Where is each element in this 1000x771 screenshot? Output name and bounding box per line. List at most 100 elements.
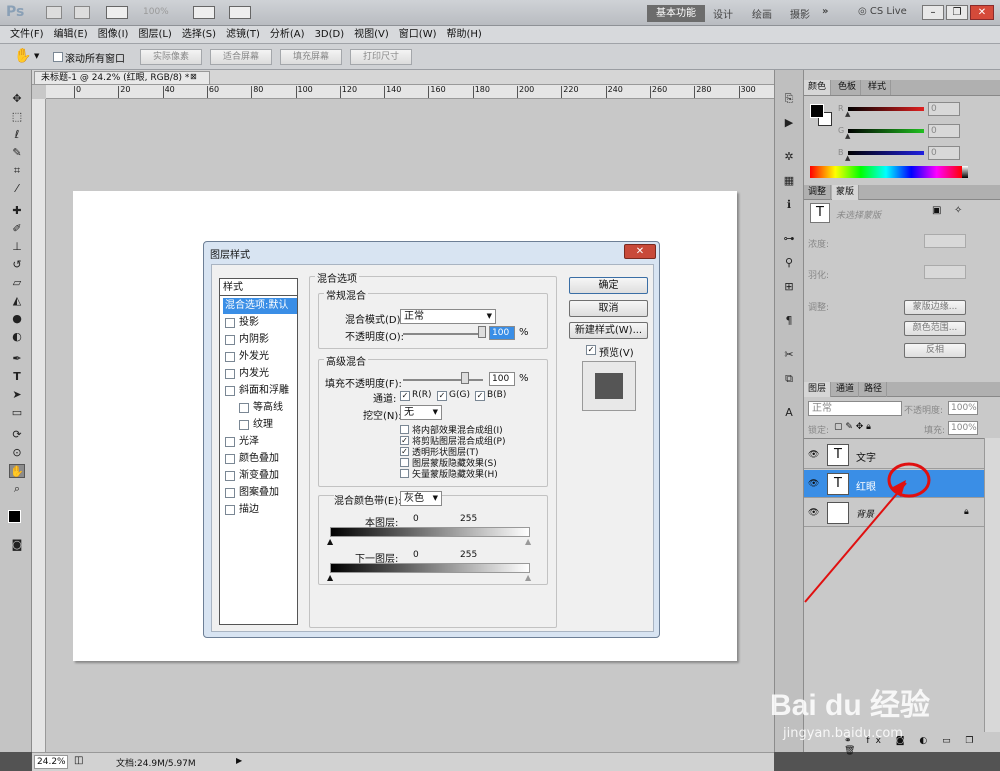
style-item[interactable]: 描边 xyxy=(223,502,297,518)
blend-if-select[interactable]: 灰色 ▼ xyxy=(400,491,442,506)
minibridge-icon[interactable] xyxy=(74,6,90,19)
history-panel-icon[interactable]: ⎘ xyxy=(781,92,797,106)
hand-tool-icon[interactable]: ✋ xyxy=(14,48,31,64)
style-item[interactable]: 内发光 xyxy=(223,366,297,382)
clone-stamp-icon[interactable]: ⊥ xyxy=(9,240,25,254)
layers-scrollbar[interactable] xyxy=(984,438,1000,732)
style-item[interactable]: 颜色叠加 xyxy=(223,451,297,467)
workspace-photography[interactable]: 摄影 xyxy=(790,6,810,21)
dodge-tool-icon[interactable]: ◐ xyxy=(9,330,25,344)
menu-filter[interactable]: 滤镜(T) xyxy=(221,26,265,44)
layer-fill-input[interactable]: 100% xyxy=(948,421,978,435)
workspace-painting[interactable]: 绘画 xyxy=(752,6,772,21)
menu-select[interactable]: 选择(S) xyxy=(177,26,221,44)
style-checkbox[interactable] xyxy=(225,318,235,328)
menu-analysis[interactable]: 分析(A) xyxy=(265,26,310,44)
cs-live[interactable]: ◎ CS Live xyxy=(858,6,907,17)
doc-tab[interactable]: 未标题-1 @ 24.2% (红眼, RGB/8) * xyxy=(34,71,211,85)
style-checkbox[interactable] xyxy=(225,335,235,345)
style-item[interactable]: 内阴影 xyxy=(223,332,297,348)
density-field[interactable] xyxy=(924,234,966,248)
style-item[interactable]: 图案叠加 xyxy=(223,485,297,501)
crop-tool-icon[interactable]: ⌗ xyxy=(9,164,25,178)
foreground-color-swatch[interactable] xyxy=(8,510,21,523)
cancel-button[interactable]: 取消 xyxy=(569,300,648,317)
opacity-slider-thumb[interactable] xyxy=(478,326,486,338)
color-channel-value[interactable]: 0 xyxy=(928,124,960,138)
advanced-option-checkbox[interactable] xyxy=(400,458,409,467)
workspace-design[interactable]: 设计 xyxy=(713,6,733,21)
style-checkbox[interactable] xyxy=(225,386,235,396)
slider-thumb-icon[interactable]: ▲ xyxy=(845,132,850,140)
tab-masks[interactable]: 蒙版 xyxy=(832,185,860,200)
fit-screen-button[interactable]: 适合屏幕 xyxy=(210,49,272,65)
minimize-button[interactable]: – xyxy=(922,5,944,20)
doc-tab-close-icon[interactable]: ⊠ xyxy=(190,72,197,81)
3d-panel-icon[interactable]: ✲ xyxy=(781,150,797,164)
brush-presets-icon[interactable]: ⊶ xyxy=(781,232,797,246)
clone-source-icon[interactable]: ⚲ xyxy=(781,256,797,270)
fill-slider-thumb[interactable] xyxy=(461,372,469,384)
new-style-button[interactable]: 新建样式(W)... xyxy=(569,322,648,339)
lasso-tool-icon[interactable]: ℓ xyxy=(9,128,25,142)
style-checkbox[interactable] xyxy=(225,437,235,447)
brush-tool-icon[interactable]: ✐ xyxy=(9,222,25,236)
arrange-icon[interactable] xyxy=(193,6,215,19)
zoom-field[interactable]: 24.2% xyxy=(34,755,68,769)
print-size-button[interactable]: 打印尺寸 xyxy=(350,49,412,65)
menu-help[interactable]: 帮助(H) xyxy=(442,26,487,44)
screen-mode-icon[interactable] xyxy=(229,6,251,19)
advanced-option-checkbox[interactable] xyxy=(400,425,409,434)
knockout-select[interactable]: 无 ▼ xyxy=(400,405,442,420)
style-item[interactable]: 等高线 xyxy=(223,400,297,416)
workspace-essentials[interactable]: 基本功能 xyxy=(647,5,705,22)
vector-mask-icon[interactable]: ✧ xyxy=(954,205,962,216)
history-brush-icon[interactable]: ↺ xyxy=(9,258,25,272)
menu-window[interactable]: 窗口(W) xyxy=(394,26,442,44)
style-checkbox[interactable] xyxy=(225,505,235,515)
style-item[interactable]: 混合选项:默认 xyxy=(223,298,297,314)
menu-layer[interactable]: 图层(L) xyxy=(133,26,176,44)
status-arrow-icon[interactable]: ▶ xyxy=(236,756,242,765)
dialog-close-button[interactable]: ✕ xyxy=(624,244,656,259)
style-checkbox[interactable] xyxy=(225,471,235,481)
paragraph-panel-icon[interactable]: ¶ xyxy=(781,314,797,328)
channel-g-checkbox[interactable]: ✓ xyxy=(437,391,447,401)
tab-paths[interactable]: 路径 xyxy=(860,382,888,397)
underlying-white-handle-icon[interactable]: ▲ xyxy=(525,573,531,582)
style-item[interactable]: 外发光 xyxy=(223,349,297,365)
slider-thumb-icon[interactable]: ▲ xyxy=(845,110,850,118)
tab-swatches[interactable]: 色板 xyxy=(834,80,862,95)
hand-tool-icon[interactable]: ✋ xyxy=(9,464,25,478)
menu-image[interactable]: 图像(I) xyxy=(93,26,134,44)
this-layer-gradient[interactable] xyxy=(330,527,530,537)
blend-mode-select[interactable]: 正常 ▼ xyxy=(400,309,496,324)
tab-channels[interactable]: 通道 xyxy=(832,382,860,397)
this-layer-black-handle-icon[interactable]: ▲ xyxy=(327,537,333,546)
fill-screen-button[interactable]: 填充屏幕 xyxy=(280,49,342,65)
healing-brush-icon[interactable]: ✚ xyxy=(9,204,25,218)
bridge-icon[interactable] xyxy=(46,6,62,19)
restore-button[interactable]: ❐ xyxy=(946,5,968,20)
slider-thumb-icon[interactable]: ▲ xyxy=(845,154,850,162)
fill-slider[interactable] xyxy=(403,379,483,381)
channel-r-checkbox[interactable]: ✓ xyxy=(400,391,410,401)
underlying-layer-gradient[interactable] xyxy=(330,563,530,573)
style-checkbox[interactable] xyxy=(239,403,249,413)
view-extras-icon[interactable] xyxy=(106,6,128,19)
quick-select-tool-icon[interactable]: ✎ xyxy=(9,146,25,160)
underlying-black-handle-icon[interactable]: ▲ xyxy=(327,573,333,582)
character-panel-icon[interactable]: A xyxy=(781,406,797,420)
status-icon[interactable]: ◫ xyxy=(74,755,83,766)
spectrum-bw[interactable] xyxy=(962,166,968,178)
fg-color-swatch[interactable] xyxy=(810,104,824,118)
3d-rotate-icon[interactable]: ⟳ xyxy=(9,428,25,442)
color-channel-slider[interactable] xyxy=(848,151,924,155)
tab-color[interactable]: 颜色 xyxy=(804,80,832,95)
style-item[interactable]: 投影 xyxy=(223,315,297,331)
color-channel-slider[interactable] xyxy=(848,107,924,111)
menu-edit[interactable]: 编辑(E) xyxy=(49,26,93,44)
color-channel-slider[interactable] xyxy=(848,129,924,133)
path-select-icon[interactable]: ➤ xyxy=(9,388,25,402)
tab-layers[interactable]: 图层 xyxy=(804,382,832,397)
